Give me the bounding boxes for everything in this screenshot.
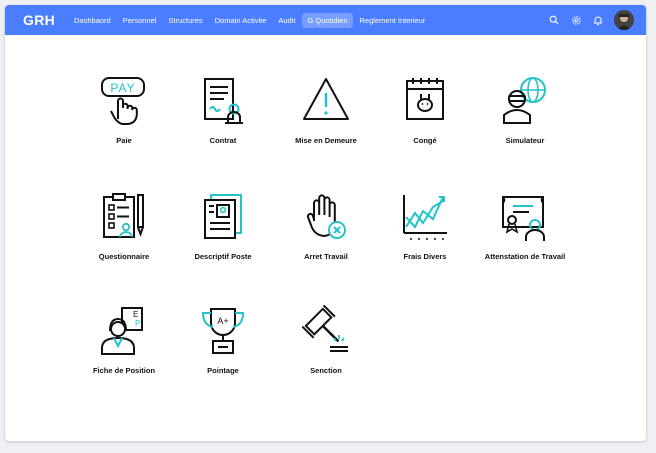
top-navbar: GRH Dashbaord Personnel Structures Domai… bbox=[5, 5, 646, 35]
tile-label: Pointage bbox=[207, 366, 239, 375]
certificate-icon bbox=[502, 196, 545, 241]
user-avatar[interactable] bbox=[614, 10, 634, 30]
position-sheet-icon: E P bbox=[101, 307, 143, 355]
nav-item-reglement-interieur[interactable]: Reglement Interieur bbox=[355, 13, 431, 28]
tile-questionnaire[interactable]: Questionnaire bbox=[69, 191, 179, 271]
nav-item-g-quotidien[interactable]: G Quotidien bbox=[302, 12, 353, 28]
tile-label: Arret Travail bbox=[304, 252, 348, 261]
tile-pointage[interactable]: A+ Pointage bbox=[168, 305, 278, 385]
tile-paie[interactable]: PAY Paie bbox=[69, 75, 179, 155]
svg-text:P: P bbox=[135, 319, 140, 328]
pay-hand-icon: PAY bbox=[101, 77, 145, 125]
navbar-actions bbox=[548, 5, 634, 35]
tile-senction[interactable]: Senction bbox=[271, 305, 381, 385]
simulator-globe-icon bbox=[503, 77, 546, 124]
tile-contrat[interactable]: Contrat bbox=[168, 75, 278, 155]
tile-label: Congé bbox=[413, 136, 437, 145]
svg-text:PAY: PAY bbox=[110, 81, 135, 95]
gavel-icon bbox=[301, 305, 348, 352]
chart-icon bbox=[403, 195, 447, 240]
tile-label: Attenstation de Travail bbox=[484, 252, 566, 261]
nav-item-structures[interactable]: Structures bbox=[164, 13, 208, 28]
tile-mise-en-demeure[interactable]: Mise en Demeure bbox=[271, 75, 381, 155]
job-description-icon bbox=[204, 194, 242, 239]
tile-label: Simulateur bbox=[505, 136, 545, 145]
tile-label: Contrat bbox=[209, 136, 237, 145]
contract-icon bbox=[204, 78, 243, 124]
svg-text:E: E bbox=[133, 310, 138, 319]
tile-simulateur[interactable]: Simulateur bbox=[470, 75, 580, 155]
nav-item-dashboard[interactable]: Dashbaord bbox=[69, 13, 116, 28]
tile-frais-divers[interactable]: Frais Divers bbox=[370, 191, 480, 271]
tile-label: Paie bbox=[116, 136, 132, 145]
tile-attestation-de-travail[interactable]: Attenstation de Travail bbox=[470, 191, 580, 271]
tile-conge[interactable]: Congé bbox=[370, 75, 480, 155]
tile-label: Mise en Demeure bbox=[295, 136, 357, 145]
tile-descriptif-poste[interactable]: Descriptif Poste bbox=[168, 191, 278, 271]
tile-label: Fiche de Position bbox=[92, 366, 156, 375]
brand-logo[interactable]: GRH bbox=[23, 12, 55, 28]
gear-icon[interactable] bbox=[570, 14, 582, 26]
tile-label: Frais Divers bbox=[403, 252, 447, 261]
svg-text:A+: A+ bbox=[217, 316, 228, 326]
calendar-icon bbox=[406, 78, 444, 120]
nav-item-domain-activite[interactable]: Domain Activite bbox=[210, 13, 272, 28]
tile-label: Questionnaire bbox=[98, 252, 150, 261]
nav-item-audit[interactable]: Audit bbox=[273, 13, 300, 28]
trophy-icon: A+ bbox=[201, 308, 245, 354]
warning-icon bbox=[303, 78, 349, 120]
stop-hand-icon bbox=[306, 194, 346, 239]
app-card: GRH Dashbaord Personnel Structures Domai… bbox=[5, 5, 646, 441]
tile-label: Descriptif Poste bbox=[194, 252, 252, 261]
nav-item-personnel[interactable]: Personnel bbox=[118, 13, 162, 28]
tile-fiche-de-position[interactable]: E P Fiche de Position bbox=[69, 305, 179, 385]
tile-label: Senction bbox=[310, 366, 342, 375]
questionnaire-icon bbox=[103, 193, 144, 238]
bell-icon[interactable] bbox=[592, 14, 604, 26]
tile-arret-travail[interactable]: Arret Travail bbox=[271, 191, 381, 271]
search-icon[interactable] bbox=[548, 14, 560, 26]
